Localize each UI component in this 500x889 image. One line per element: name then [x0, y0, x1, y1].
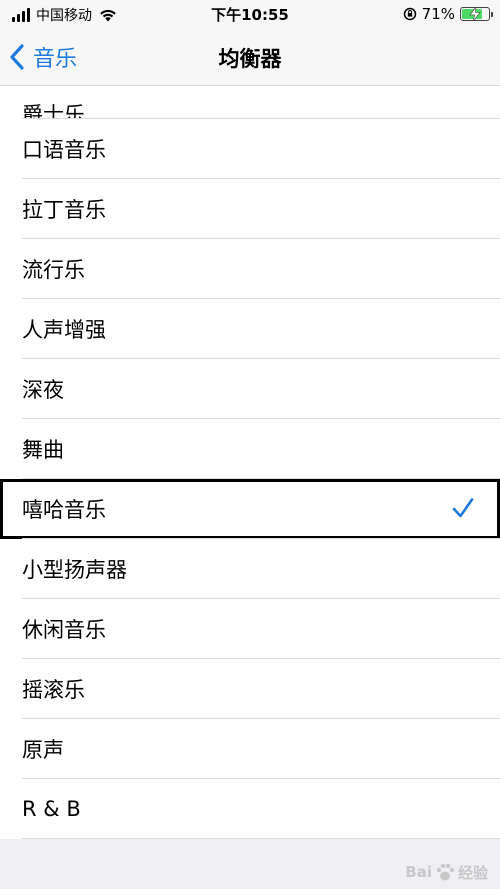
list-item-vocal-booster[interactable]: 人声增强: [0, 299, 500, 359]
navigation-bar: 音乐 均衡器: [0, 28, 500, 86]
list-item-label: 休闲音乐: [22, 618, 106, 642]
status-bar: 中国移动 下午10:55 71%: [0, 0, 500, 28]
battery-percent: 71%: [421, 5, 455, 23]
list-item-spoken-word[interactable]: 口语音乐: [0, 119, 500, 179]
paw-icon: [436, 863, 455, 881]
watermark-logo: Bai 经验: [405, 861, 488, 883]
checkmark-icon: [452, 498, 474, 518]
list-item-pop[interactable]: 流行乐: [0, 239, 500, 299]
list-item-label: 摇滚乐: [22, 678, 85, 702]
list-item-label: 口语音乐: [22, 138, 106, 162]
list-item-label: 人声增强: [22, 318, 106, 342]
list-footer: Bai 经验: [0, 839, 500, 889]
list-item-latin[interactable]: 拉丁音乐: [0, 179, 500, 239]
equalizer-list: 爵士乐 口语音乐 拉丁音乐 流行乐 人声增强 深夜 舞曲 嘻哈音乐 小型扬声器: [0, 87, 500, 839]
watermark-text-left: Bai: [405, 863, 432, 881]
list-item-label: 嘻哈音乐: [22, 498, 106, 522]
list-item-hip-hop[interactable]: 嘻哈音乐: [0, 479, 500, 539]
screen: 中国移动 下午10:55 71% 音乐 均衡器 爵士乐 口语音乐 拉丁音乐 流行…: [0, 0, 500, 889]
list-item-label: 爵士乐: [22, 103, 85, 119]
list-item-dance[interactable]: 舞曲: [0, 419, 500, 479]
list-item-small-speakers[interactable]: 小型扬声器: [0, 539, 500, 599]
list-item-late-night[interactable]: 深夜: [0, 359, 500, 419]
watermark-text-right: 经验: [457, 863, 488, 882]
list-item-label: R & B: [22, 797, 81, 821]
list-item-label: 舞曲: [22, 438, 64, 462]
list-item-acoustic[interactable]: 原声: [0, 719, 500, 779]
list-item-lounge[interactable]: 休闲音乐: [0, 599, 500, 659]
list-item-jazz[interactable]: 爵士乐: [0, 87, 500, 119]
list-item-label: 流行乐: [22, 258, 85, 282]
list-item-label: 深夜: [22, 378, 64, 402]
list-item-label: 小型扬声器: [22, 558, 127, 582]
charging-bolt-icon: [469, 7, 481, 21]
status-right: 71%: [403, 5, 493, 23]
list-item-label: 拉丁音乐: [22, 198, 106, 222]
list-item-label: 原声: [22, 738, 64, 762]
page-title: 均衡器: [218, 47, 282, 71]
list-item-rock[interactable]: 摇滚乐: [0, 659, 500, 719]
orientation-lock-icon: [403, 7, 416, 21]
battery-icon: [460, 7, 493, 21]
list-item-rnb[interactable]: R & B: [0, 779, 500, 839]
